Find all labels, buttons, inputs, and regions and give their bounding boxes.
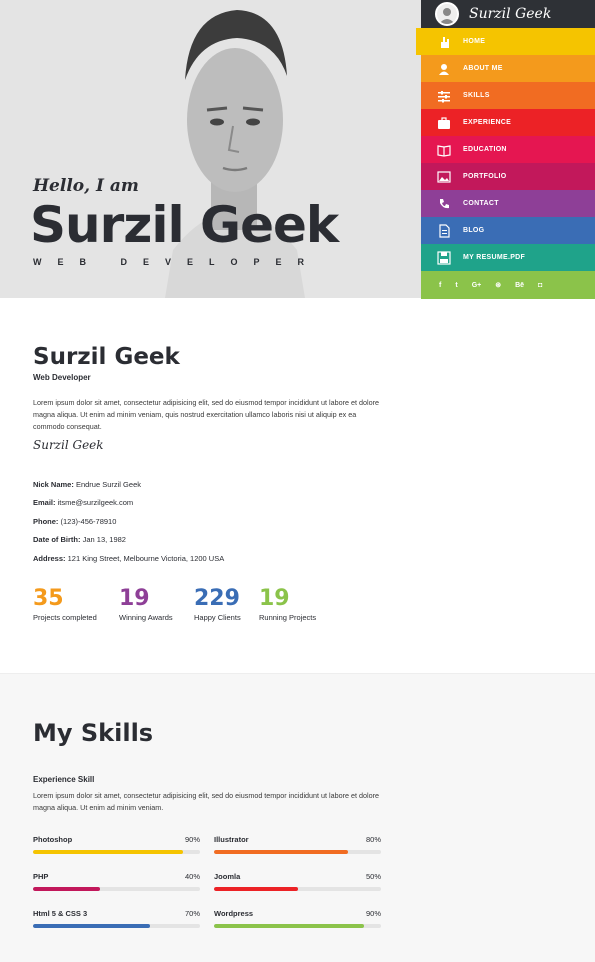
skill-bar-fill [214, 850, 348, 854]
nav-item-my-resume-pdf[interactable]: MY RESUME.PDF [421, 244, 595, 271]
stat-label: Happy Clients [194, 613, 241, 622]
social-links: f t G+ ⊛ Bē ◘ [421, 271, 595, 299]
stat-projects: 35 Projects completed [33, 586, 97, 622]
skill-bar [33, 850, 200, 854]
image-icon [437, 170, 451, 184]
skill-percent: 50% [365, 872, 381, 881]
skill-bar-fill [33, 850, 184, 854]
book-icon [437, 143, 451, 157]
skills-title: My Skills [33, 719, 154, 747]
nav-item-experience[interactable]: EXPERIENCE [421, 109, 595, 136]
google-plus-icon[interactable]: G+ [472, 282, 482, 289]
skill-percent: 70% [184, 909, 200, 918]
dribbble-icon[interactable]: ⊛ [495, 281, 501, 289]
hero-banner: Hello, I am Surzil Geek WEB DEVELOPER [0, 0, 421, 298]
nav-item-label: EDUCATION [463, 146, 507, 153]
skill-bar [214, 924, 381, 928]
twitter-icon[interactable]: t [455, 282, 457, 289]
github-icon[interactable]: ◘ [538, 282, 542, 289]
nav-item-label: CONTACT [463, 200, 499, 207]
nav-item-home[interactable]: HOME [416, 28, 595, 55]
stat-label: Projects completed [33, 613, 97, 622]
hand-icon [437, 35, 451, 49]
phone-icon [437, 197, 451, 211]
skills-description: Lorem ipsum dolor sit amet, consectetur … [33, 791, 379, 812]
nav-list: HOME ABOUT ME SKILLS EXPERIENCE EDUCATION POR… [416, 28, 595, 271]
stat-clients: 229 Happy Clients [194, 586, 241, 622]
stat-value: 35 [33, 586, 64, 611]
hero-greeting: Hello, I am [33, 176, 139, 196]
nav-item-skills[interactable]: SKILLS [421, 82, 595, 109]
nav-item-label: EXPERIENCE [463, 119, 512, 126]
skill-photoshop: Photoshop 90% [33, 835, 200, 854]
nav-item-blog[interactable]: BLOG [421, 217, 595, 244]
nav-item-label: BLOG [463, 227, 485, 234]
document-icon [437, 223, 451, 238]
stat-label: Winning Awards [119, 613, 173, 622]
skills-section: My Skills Experience Skill Lorem ipsum d… [0, 673, 595, 962]
skill-percent: 40% [184, 872, 200, 881]
skill-name: Illustrator [214, 835, 249, 844]
info-email: Email: itsme@surzilgeek.com [33, 498, 134, 507]
skill-name: Html 5 & CSS 3 [33, 909, 88, 918]
nav-item-label: PORTFOLIO [463, 173, 507, 180]
info-address: Address: 121 King Street, Melbourne Vict… [33, 554, 225, 563]
nav-item-label: ABOUT ME [463, 65, 503, 72]
nav-item-label: HOME [463, 38, 486, 45]
skills-subtitle: Experience Skill [33, 775, 95, 784]
skill-bar-fill [214, 924, 365, 928]
skill-bar-fill [33, 924, 150, 928]
skill-bar-fill [33, 887, 100, 891]
nav-item-portfolio[interactable]: PORTFOLIO [421, 163, 595, 190]
skill-name: Wordpress [214, 909, 254, 918]
nav-item-label: SKILLS [463, 92, 490, 99]
skill-wordpress: Wordpress 90% [214, 909, 381, 928]
skill-percent: 90% [184, 835, 200, 844]
sidebar-nav: Surzil Geek HOME ABOUT ME SKILLS EXPERIENCE… [416, 0, 595, 299]
stat-label: Running Projects [259, 613, 317, 622]
skill-percent: 80% [365, 835, 381, 844]
skill-html-css: Html 5 & CSS 3 70% [33, 909, 200, 928]
briefcase-icon [437, 116, 451, 130]
save-icon [437, 250, 451, 265]
stat-value: 229 [194, 586, 240, 611]
brand-name: Surzil Geek [469, 6, 552, 22]
about-role: Web Developer [33, 373, 91, 382]
brand-header[interactable]: Surzil Geek [421, 0, 595, 28]
skill-joomla: Joomla 50% [214, 872, 381, 891]
skill-percent: 90% [365, 909, 381, 918]
skill-bar-fill [214, 887, 298, 891]
nav-item-about-me[interactable]: ABOUT ME [421, 55, 595, 82]
skill-name: Joomla [214, 872, 241, 881]
skill-name: PHP [33, 872, 49, 881]
signature: Surzil Geek [33, 438, 104, 452]
hero-name: Surzil Geek [30, 196, 339, 254]
stat-value: 19 [119, 586, 150, 611]
skill-php: PHP 40% [33, 872, 200, 891]
sliders-icon [437, 89, 451, 103]
nav-item-education[interactable]: EDUCATION [421, 136, 595, 163]
skill-bar [33, 887, 200, 891]
nav-item-contact[interactable]: CONTACT [421, 190, 595, 217]
stat-running: 19 Running Projects [259, 586, 316, 622]
skill-bar [33, 924, 200, 928]
behance-icon[interactable]: Bē [515, 282, 524, 289]
nav-item-label: MY RESUME.PDF [463, 254, 526, 261]
stat-value: 19 [259, 586, 290, 611]
info-phone: Phone: (123)-456-78910 [33, 517, 117, 526]
info-birth-date: Date of Birth: Jan 13, 1982 [33, 535, 126, 544]
skill-name: Photoshop [33, 835, 73, 844]
hero-role: WEB DEVELOPER [33, 257, 321, 267]
avatar [435, 2, 459, 26]
about-description: Lorem ipsum dolor sit amet, consectetur … [33, 398, 379, 431]
user-icon [437, 62, 451, 76]
skill-illustrator: Illustrator 80% [214, 835, 381, 854]
stat-awards: 19 Winning Awards [119, 586, 173, 622]
facebook-icon[interactable]: f [439, 282, 441, 289]
about-name: Surzil Geek [33, 344, 180, 370]
skill-bar [214, 887, 381, 891]
info-nick-name: Nick Name: Endrue Surzil Geek [33, 480, 141, 489]
skill-bar [214, 850, 381, 854]
